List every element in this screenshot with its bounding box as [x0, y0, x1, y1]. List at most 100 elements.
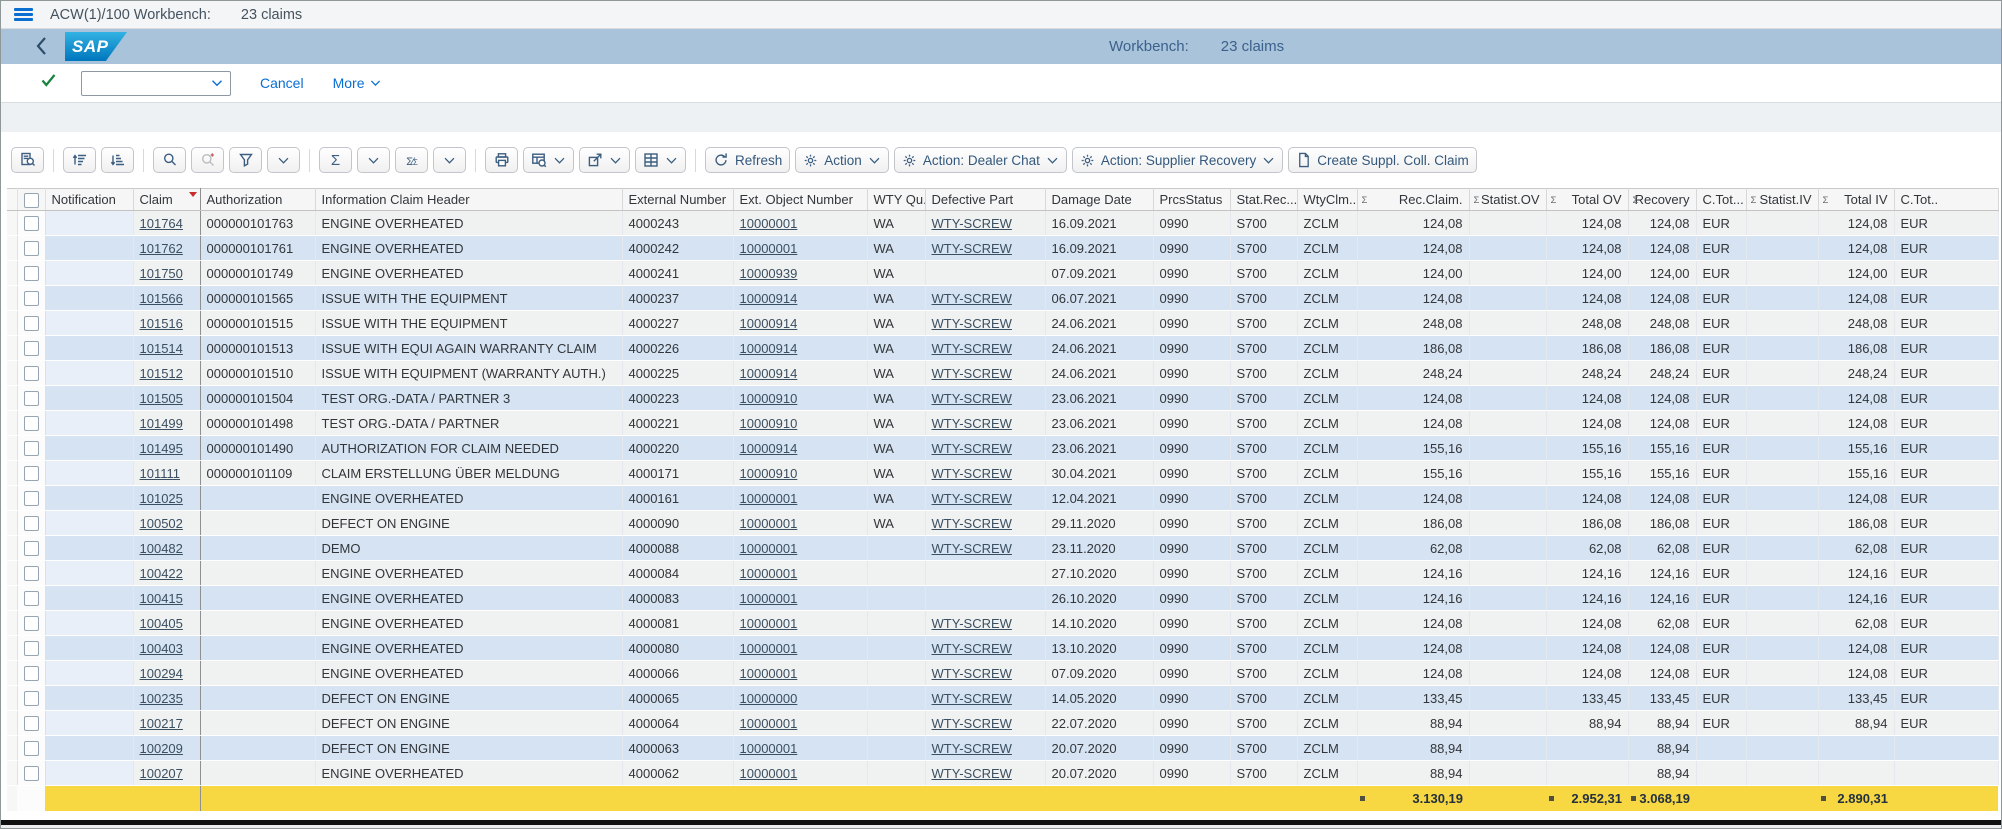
claim-link[interactable]: 101495 — [140, 441, 183, 456]
sort-descending-button[interactable] — [101, 147, 134, 173]
column-header[interactable]: Σ Statist.OV — [1469, 188, 1547, 211]
claim-link[interactable]: 100405 — [140, 616, 183, 631]
column-header[interactable]: Damage Date — [1045, 188, 1154, 211]
column-header[interactable]: Σ Total IV — [1818, 188, 1895, 211]
ext-object-link[interactable]: 10000910 — [740, 416, 798, 431]
row-selector-cell[interactable] — [7, 285, 18, 311]
confirm-check-icon[interactable] — [41, 74, 56, 92]
row-selector-cell[interactable] — [7, 310, 18, 336]
column-header[interactable]: Notification — [45, 188, 134, 211]
row-checkbox[interactable] — [17, 610, 46, 636]
ext-object-link[interactable]: 10000910 — [740, 391, 798, 406]
ext-object-link[interactable]: 10000001 — [740, 591, 798, 606]
create-suppl-coll-claim-button[interactable]: Create Suppl. Coll. Claim — [1288, 147, 1477, 173]
select-all-checkbox[interactable] — [17, 188, 46, 211]
ext-object-link[interactable]: 10000914 — [740, 441, 798, 456]
action-supplier-recovery-button[interactable]: Action: Supplier Recovery — [1071, 147, 1284, 173]
claim-link[interactable]: 101499 — [140, 416, 183, 431]
claim-link[interactable]: 101762 — [140, 241, 183, 256]
column-header[interactable]: Information Claim Header — [315, 188, 623, 211]
claim-link[interactable]: 101764 — [140, 216, 183, 231]
ext-object-link[interactable]: 10000000 — [740, 691, 798, 706]
row-checkbox[interactable] — [17, 635, 46, 661]
defective-part-link[interactable]: WTY-SCREW — [932, 716, 1012, 731]
row-selector-cell[interactable] — [7, 585, 18, 611]
row-selector-cell[interactable] — [7, 260, 18, 286]
claim-link[interactable]: 101566 — [140, 291, 183, 306]
defective-part-link[interactable]: WTY-SCREW — [932, 441, 1012, 456]
row-selector-cell[interactable] — [7, 760, 18, 786]
claim-link[interactable]: 101111 — [140, 466, 181, 481]
defective-part-link[interactable]: WTY-SCREW — [932, 366, 1012, 381]
claim-link[interactable]: 101516 — [140, 316, 183, 331]
refresh-button[interactable]: Refresh — [705, 147, 791, 173]
export-button[interactable] — [579, 147, 630, 173]
claim-link[interactable]: 100482 — [140, 541, 183, 556]
ext-object-link[interactable]: 10000914 — [740, 366, 798, 381]
row-selector-cell[interactable] — [7, 435, 18, 461]
column-header[interactable]: Σ Statist.IV — [1746, 188, 1819, 211]
defective-part-link[interactable]: WTY-SCREW — [932, 491, 1012, 506]
row-selector-cell[interactable] — [7, 460, 18, 486]
claim-link[interactable]: 100207 — [140, 766, 183, 781]
row-checkbox[interactable] — [17, 735, 46, 761]
ext-object-link[interactable]: 10000001 — [740, 216, 798, 231]
claim-link[interactable]: 101512 — [140, 366, 183, 381]
defective-part-link[interactable]: WTY-SCREW — [932, 341, 1012, 356]
layout-button[interactable] — [635, 147, 686, 173]
sort-ascending-button[interactable] — [63, 147, 96, 173]
ok-code-field[interactable] — [81, 70, 231, 96]
row-selector-cell[interactable] — [7, 560, 18, 586]
claim-link[interactable]: 101750 — [140, 266, 183, 281]
ext-object-link[interactable]: 10000001 — [740, 741, 798, 756]
column-header[interactable]: Σ Rec.Claim. — [1357, 188, 1470, 211]
row-selector-cell[interactable] — [7, 410, 18, 436]
ext-object-link[interactable]: 10000939 — [740, 266, 798, 281]
column-header[interactable]: C.Tot.. — [1894, 188, 1999, 211]
column-header[interactable]: WTY Qu... — [867, 188, 926, 211]
menu-hamburger-icon[interactable] — [14, 6, 33, 24]
sum-button[interactable]: Σ — [319, 147, 352, 173]
column-header[interactable]: PrcsStatus — [1153, 188, 1231, 211]
chevron-down-button[interactable] — [267, 147, 300, 173]
row-checkbox[interactable] — [17, 485, 46, 511]
find-next-button[interactable] — [191, 147, 224, 173]
claim-link[interactable]: 100502 — [140, 516, 183, 531]
print-button[interactable] — [485, 147, 518, 173]
subtotal-button[interactable]: Σ∕Σ — [395, 147, 428, 173]
row-checkbox[interactable] — [17, 560, 46, 586]
ext-object-link[interactable]: 10000001 — [740, 566, 798, 581]
row-checkbox[interactable] — [17, 260, 46, 286]
defective-part-link[interactable]: WTY-SCREW — [932, 316, 1012, 331]
chevron-down-button[interactable] — [357, 147, 390, 173]
column-header[interactable]: Defective Part — [925, 188, 1046, 211]
column-header[interactable]: Authorization — [200, 188, 316, 211]
ext-object-link[interactable]: 10000914 — [740, 291, 798, 306]
ext-object-link[interactable]: 10000001 — [740, 516, 798, 531]
row-checkbox[interactable] — [17, 435, 46, 461]
claim-link[interactable]: 100217 — [140, 716, 183, 731]
action-button[interactable]: Action — [795, 147, 889, 173]
defective-part-link[interactable]: WTY-SCREW — [932, 541, 1012, 556]
defective-part-link[interactable]: WTY-SCREW — [932, 641, 1012, 656]
chevron-down-button[interactable] — [433, 147, 466, 173]
back-chevron-icon[interactable] — [34, 36, 49, 61]
defective-part-link[interactable]: WTY-SCREW — [932, 216, 1012, 231]
column-header[interactable]: External Number — [622, 188, 734, 211]
column-header[interactable]: Ext. Object Number — [733, 188, 868, 211]
ext-object-link[interactable]: 10000001 — [740, 666, 798, 681]
row-checkbox[interactable] — [17, 285, 46, 311]
find-button[interactable] — [153, 147, 186, 173]
defective-part-link[interactable]: WTY-SCREW — [932, 766, 1012, 781]
claim-link[interactable]: 101505 — [140, 391, 183, 406]
defective-part-link[interactable]: WTY-SCREW — [932, 391, 1012, 406]
column-header[interactable]: Σ Total OV — [1546, 188, 1629, 211]
more-button[interactable]: More — [333, 75, 381, 91]
claim-link[interactable]: 100294 — [140, 666, 183, 681]
filter-button[interactable] — [229, 147, 262, 173]
defective-part-link[interactable]: WTY-SCREW — [932, 741, 1012, 756]
row-checkbox[interactable] — [17, 310, 46, 336]
views-button[interactable] — [523, 147, 574, 173]
row-selector-cell[interactable] — [7, 710, 18, 736]
row-checkbox[interactable] — [17, 535, 46, 561]
